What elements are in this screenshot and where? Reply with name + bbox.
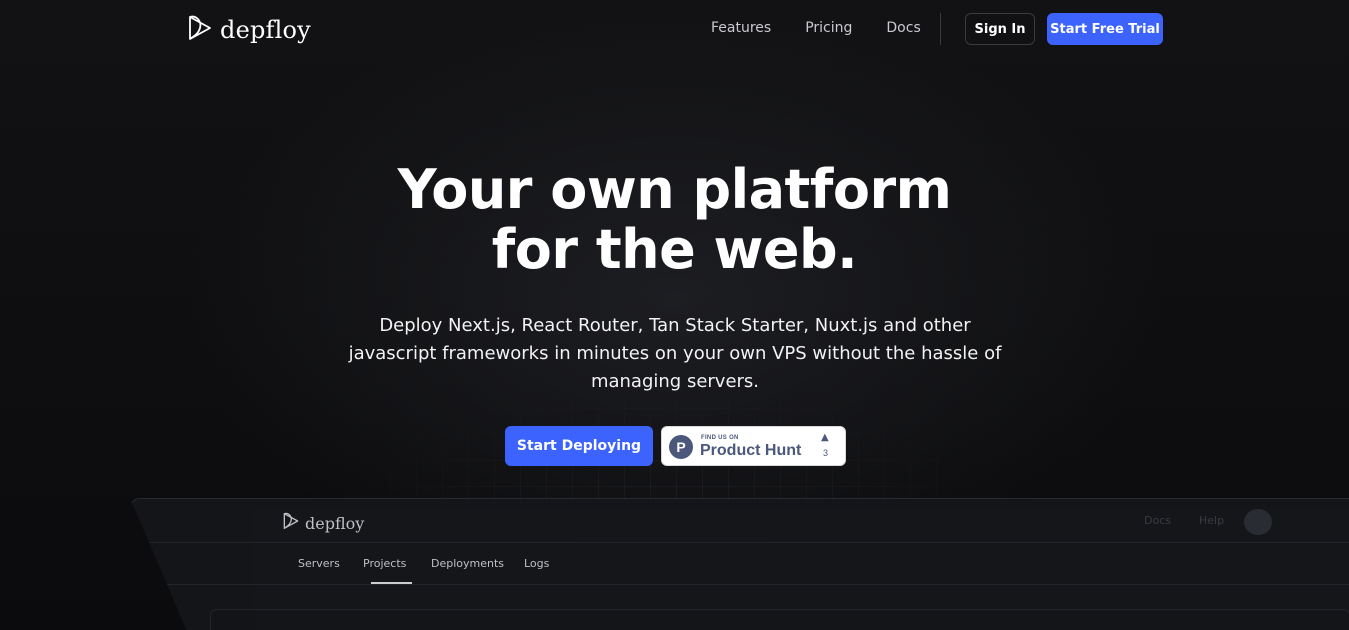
logo-text: depfloy [220, 16, 311, 44]
preview-logo-icon [281, 511, 301, 535]
nav-link-docs[interactable]: Docs [886, 20, 920, 36]
preview-avatar [1244, 509, 1272, 535]
upvote-arrow-icon: ▲ [821, 432, 829, 443]
hero-title-line-1: Your own platform [397, 158, 952, 221]
dashboard-preview: depfloy Docs Help Servers Projects Deplo… [130, 498, 1349, 630]
preview-logo-text: depfloy [305, 513, 365, 533]
preview-tabs: Servers Projects Deployments Logs [131, 543, 1349, 585]
preview-tab-underline [371, 582, 412, 584]
preview-tab-servers: Servers [298, 557, 340, 570]
logo[interactable]: depfloy [186, 13, 311, 47]
nav-divider [940, 13, 941, 45]
preview-card [210, 609, 1349, 630]
preview-tab-projects: Projects [363, 557, 407, 570]
product-hunt-badge[interactable]: P FIND US ON Product Hunt ▲ 3 [661, 426, 846, 466]
product-hunt-caption: FIND US ON [701, 435, 739, 441]
start-free-trial-button[interactable]: Start Free Trial [1047, 13, 1163, 45]
hero-subtitle: Deploy Next.js, React Router, Tan Stack … [348, 315, 1002, 392]
product-hunt-icon: P [669, 435, 693, 459]
preview-help-link: Help [1199, 514, 1225, 527]
start-deploying-button[interactable]: Start Deploying [505, 426, 653, 466]
preview-tab-logs: Logs [524, 557, 550, 570]
top-nav: depfloy Features Pricing Docs Sign In St… [0, 0, 1349, 60]
upvote-count: 3 [823, 448, 829, 458]
preview-docs-link: Docs [1144, 514, 1171, 527]
nav-link-features[interactable]: Features [711, 20, 771, 36]
hero-title-line-2: for the web. [491, 218, 858, 281]
sign-in-button[interactable]: Sign In [965, 13, 1035, 45]
preview-logo: depfloy [281, 511, 364, 535]
hero-title: Your own platform for the web. [0, 160, 1349, 280]
logo-icon [186, 13, 214, 47]
preview-header: depfloy Docs Help [131, 499, 1349, 543]
nav-link-pricing[interactable]: Pricing [805, 20, 852, 36]
nav-links: Features Pricing Docs [711, 20, 955, 36]
preview-tab-deployments: Deployments [431, 557, 505, 570]
product-hunt-name: Product Hunt [700, 442, 802, 459]
